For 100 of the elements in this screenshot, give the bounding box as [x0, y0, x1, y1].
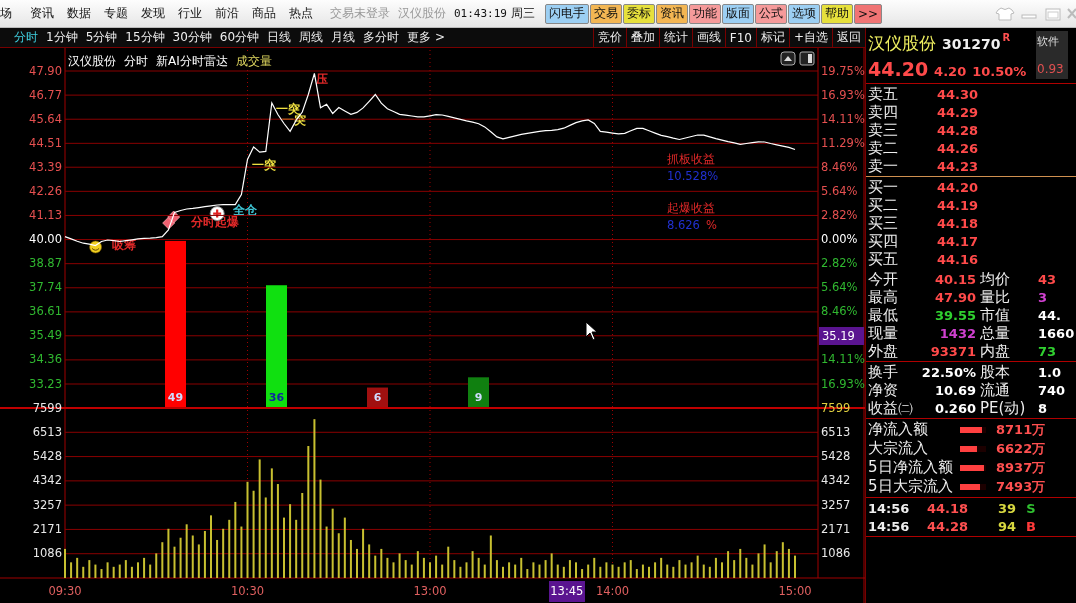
shirt-icon[interactable] — [994, 5, 1016, 22]
stat-value: 73 — [1037, 343, 1058, 359]
ask-price: 44.29 — [935, 104, 978, 120]
quick-button[interactable]: 选项 — [788, 3, 820, 24]
period-tab[interactable]: 30分钟 — [172, 29, 212, 46]
menu-item[interactable]: 热点 — [283, 5, 319, 22]
flow-label: 5日大宗流入 — [867, 477, 954, 496]
quick-button[interactable]: >> — [854, 3, 883, 24]
volume-bar — [483, 564, 486, 578]
maximize-icon[interactable] — [1042, 5, 1064, 22]
volume-bar — [550, 553, 553, 578]
volume-axis-label: 3257 — [821, 497, 851, 512]
percent-axis-label: 16.93% — [821, 87, 865, 102]
cursor-time-label: 13:45 — [548, 581, 585, 602]
percent-axis-label: 16.93% — [821, 376, 865, 391]
volume-bar — [745, 557, 748, 578]
volume-bar — [520, 557, 523, 578]
quick-button[interactable]: 帮助 — [821, 3, 853, 24]
period-tab[interactable]: 周线 — [299, 29, 324, 46]
volume-axis-label: 4342 — [32, 473, 62, 488]
flow-value: 8937万 — [996, 458, 1046, 477]
stat-value: 43 — [1037, 271, 1058, 287]
volume-bar — [422, 557, 425, 578]
percent-axis-label: 5.64% — [821, 183, 858, 198]
price-axis-label: 45.64 — [29, 111, 62, 126]
percent-axis-label: 0.00% — [821, 232, 858, 247]
stat-label: 今开 — [867, 269, 899, 289]
period-tab[interactable]: 更多 > — [407, 29, 445, 46]
period-tab[interactable]: 1分钟 — [46, 29, 78, 46]
stat-value: 8 — [1037, 400, 1049, 416]
volume-bar — [495, 560, 498, 578]
stat-value: 93371 — [929, 343, 976, 359]
stat-label: 净资 — [867, 380, 899, 400]
chart-header-label: 新AI分时雷达 — [156, 53, 228, 70]
bid-price: 44.19 — [935, 197, 978, 213]
volume-bar — [386, 557, 389, 578]
period-tab[interactable]: 分时 — [14, 29, 38, 46]
ask-price: 44.26 — [935, 140, 978, 156]
menu-item[interactable]: 前沿 — [209, 5, 245, 22]
volume-axis-label: 1086 — [821, 546, 851, 561]
volume-bar — [605, 562, 608, 578]
stat-label: 内盘 — [979, 341, 1011, 361]
stat-label: 最高 — [867, 287, 899, 307]
menu-item[interactable]: 场 — [0, 5, 18, 22]
menu-item[interactable]: 行业 — [172, 5, 208, 22]
stat-label: 最低 — [867, 305, 899, 325]
period-tab[interactable]: 月线 — [331, 29, 356, 46]
period-tab[interactable]: 60分钟 — [219, 29, 260, 46]
quick-button[interactable]: 资讯 — [656, 3, 688, 24]
price-axis-label: 35.49 — [29, 328, 62, 343]
trade-side: S — [1025, 500, 1037, 516]
volume-bar — [447, 546, 450, 578]
volume-bar — [477, 557, 480, 578]
menu-item[interactable]: 发现 — [135, 5, 171, 22]
menu-item[interactable]: 数据 — [61, 5, 97, 22]
weekday: 周三 — [511, 5, 535, 22]
volume-bar — [465, 562, 468, 578]
time-axis-label: 14:00 — [595, 583, 630, 598]
volume-bar — [404, 560, 407, 578]
chart-header-label: 成交量 — [235, 53, 272, 70]
period-tab[interactable]: 多分时 — [363, 29, 400, 46]
signal-label: 一突 — [275, 101, 300, 116]
stat-label: 量比 — [979, 287, 1011, 307]
last-price: 44.20 — [868, 58, 929, 80]
period-tab[interactable]: 5分钟 — [85, 29, 118, 46]
stat-label: 股本 — [979, 362, 1011, 382]
quick-button[interactable]: 版面 — [722, 3, 754, 24]
quick-button[interactable]: 公式 — [755, 3, 787, 24]
side-tab[interactable]: 软件 — [1037, 34, 1068, 49]
quick-button[interactable]: 委标 — [623, 3, 655, 24]
menu-item[interactable]: 资讯 — [24, 5, 60, 22]
menu-item[interactable]: 专题 — [98, 5, 134, 22]
menu-item[interactable]: 商品 — [246, 5, 282, 22]
volume-bar — [751, 564, 754, 578]
upload-icon[interactable] — [780, 51, 796, 66]
stat-value: 10.69 — [933, 382, 976, 398]
volume-bar — [435, 555, 438, 578]
volume-bar — [143, 557, 146, 578]
period-tab[interactable]: 日线 — [267, 29, 292, 46]
volume-bar — [398, 553, 401, 578]
quick-button[interactable]: 闪电手 — [545, 3, 589, 24]
volume-bar — [611, 564, 614, 578]
time-axis-label: 15:00 — [778, 583, 812, 598]
quick-button[interactable]: 交易 — [590, 3, 622, 24]
volume-bar — [532, 562, 535, 578]
quick-button[interactable]: 功能 — [689, 3, 721, 24]
bid-price: 44.18 — [935, 215, 978, 231]
stat-value: 22.50% — [920, 364, 976, 380]
volume-bar — [526, 569, 529, 578]
volume-axis-label: 6513 — [32, 424, 62, 439]
volume-bar — [337, 533, 340, 578]
stock-code: 301270 — [942, 36, 1001, 52]
ask-label: 卖四 — [867, 102, 899, 122]
volume-bar — [453, 560, 456, 578]
ask-label: 卖一 — [867, 156, 899, 176]
volume-bar — [508, 562, 511, 578]
panel-icon[interactable] — [799, 51, 815, 66]
period-tab[interactable]: 15分钟 — [125, 29, 165, 46]
volume-bar — [514, 564, 517, 578]
stat-label: 外盘 — [867, 341, 899, 361]
